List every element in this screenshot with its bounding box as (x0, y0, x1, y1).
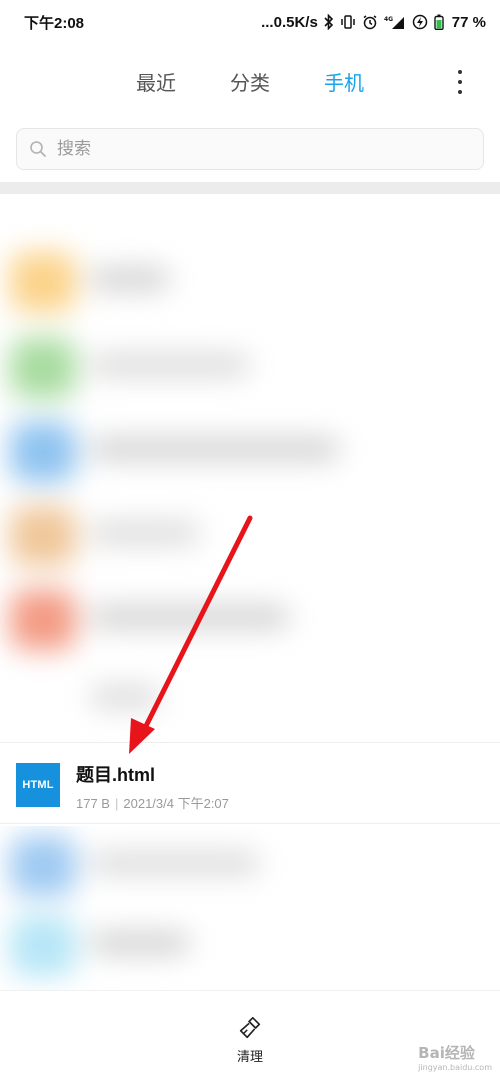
status-time: 下午2:08 (24, 14, 85, 32)
list-item[interactable] (0, 664, 500, 734)
signal-icon: 4G (384, 16, 404, 29)
category-tabs: 最近 分类 手机 (0, 58, 500, 104)
list-item[interactable] (0, 246, 500, 316)
list-item[interactable] (0, 332, 500, 402)
search-bar[interactable] (16, 128, 484, 170)
file-row-html[interactable]: HTML 题目.html 177 B | 2021/3/4 下午2:07 (0, 742, 500, 824)
list-item-label (90, 522, 200, 544)
section-divider (0, 182, 500, 194)
folder-icon (10, 506, 76, 566)
list-item[interactable] (0, 416, 500, 486)
search-icon (30, 141, 46, 157)
baidu-watermark: Bai经验 jingyan.baidu.com (418, 1042, 492, 1072)
search-input[interactable] (57, 139, 457, 159)
battery-icon (434, 14, 444, 30)
network-speed: ...0.5K/s (261, 13, 318, 31)
list-item-label (90, 686, 160, 708)
status-bar: 下午2:08 ...0.5K/s 4G 77 % (0, 0, 500, 44)
folder-icon (10, 836, 76, 896)
list-item[interactable] (0, 500, 500, 570)
list-item[interactable] (0, 584, 500, 654)
network-type-label: 4G (384, 16, 393, 23)
folder-icon (10, 338, 76, 398)
clean-button[interactable]: 清理 (226, 1015, 274, 1065)
list-item-label (90, 852, 260, 874)
folder-icon (10, 252, 76, 312)
list-item-label (90, 606, 290, 628)
meta-separator: | (114, 796, 119, 811)
alarm-icon (363, 15, 377, 30)
watermark-url: jingyan.baidu.com (418, 1063, 492, 1072)
list-item-label (90, 438, 340, 460)
blurred-file-list-top (0, 194, 500, 742)
folder-icon (10, 422, 76, 482)
status-icons: ...0.5K/s 4G 77 % (261, 14, 486, 31)
watermark-brand: Bai经验 (418, 1044, 475, 1062)
broom-icon (239, 1016, 261, 1039)
clean-label: 清理 (236, 1049, 263, 1064)
list-item-label (90, 268, 170, 290)
more-dot-icon (458, 90, 462, 94)
tab-category[interactable]: 分类 (203, 67, 297, 96)
html-file-icon: HTML (16, 763, 60, 807)
list-item[interactable] (0, 910, 500, 980)
file-meta: 177 B | 2021/3/4 下午2:07 (76, 793, 229, 812)
more-options-button[interactable] (450, 68, 470, 96)
file-modified-date: 2021/3/4 下午2:07 (123, 796, 229, 811)
folder-icon (10, 590, 76, 650)
blurred-file-list-bottom (0, 826, 500, 990)
more-dot-icon (458, 80, 462, 84)
file-manager-screen: 下午2:08 ...0.5K/s 4G 77 % 最近 分类 手机 搜索 HTM… (0, 0, 500, 1084)
list-item-label (90, 932, 190, 954)
list-item[interactable] (0, 830, 500, 900)
file-name: 题目.html (76, 765, 155, 785)
vibrate-icon (341, 15, 355, 29)
file-size: 177 B (76, 796, 110, 811)
list-item-label (90, 354, 250, 376)
tab-recent[interactable]: 最近 (109, 67, 203, 96)
folder-icon (10, 916, 76, 976)
battery-percent: 77 % (451, 13, 486, 31)
more-dot-icon (458, 70, 462, 74)
bluetooth-icon (324, 14, 333, 30)
data-saver-icon (412, 14, 428, 30)
tab-phone[interactable]: 手机 (297, 67, 391, 96)
